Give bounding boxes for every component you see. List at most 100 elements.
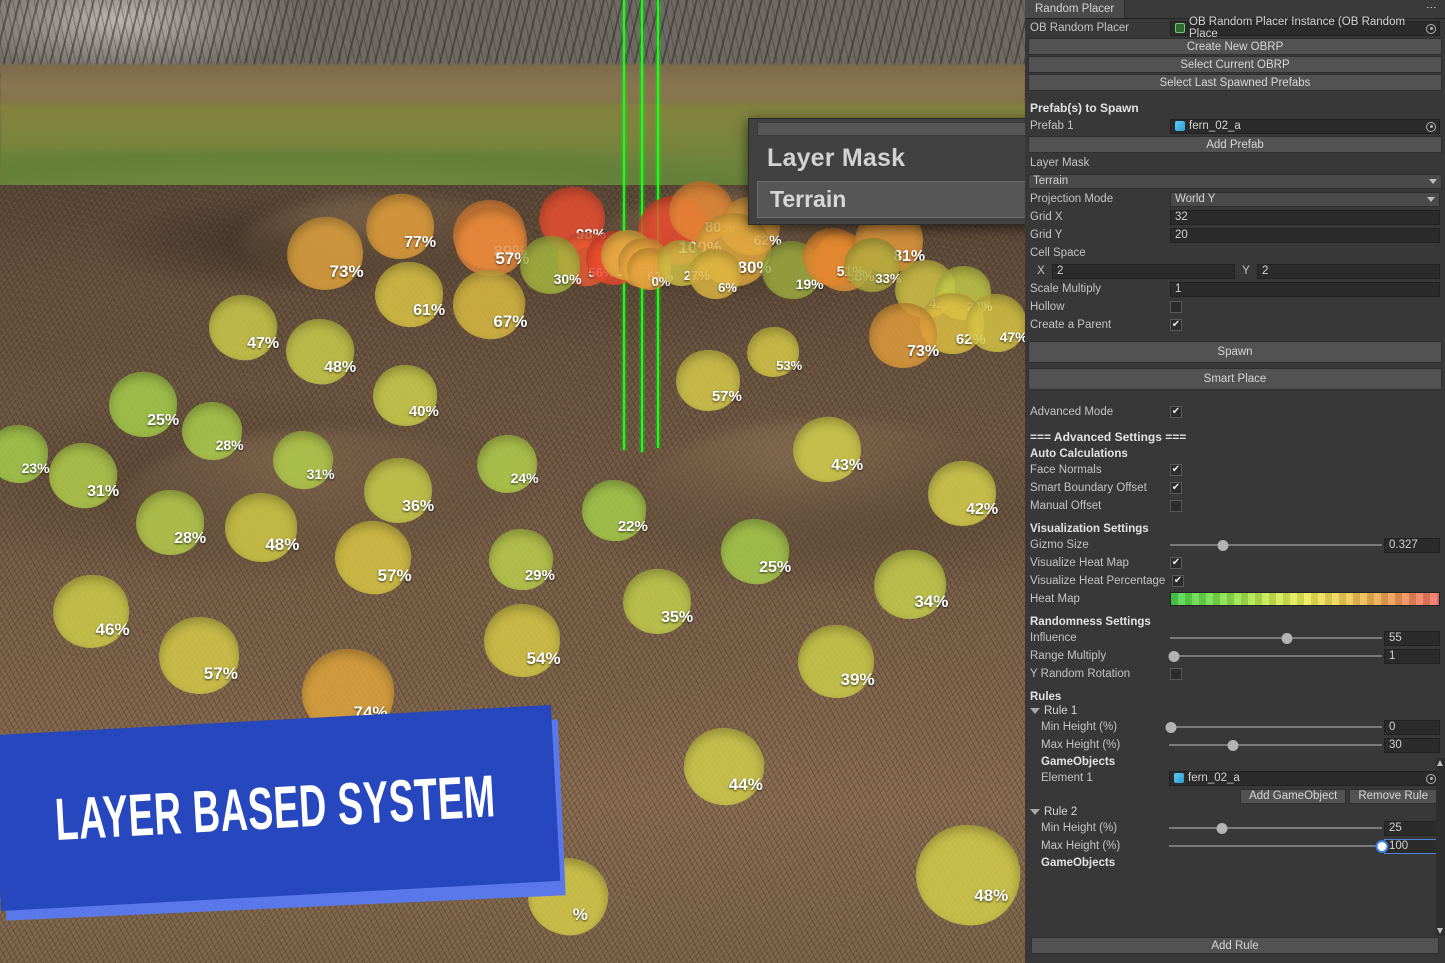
visualize-heat-map-label: Visualize Heat Map: [1030, 557, 1170, 569]
rules-scrollbar[interactable]: [1436, 758, 1445, 936]
rule-1-max-height-value: 30: [1389, 739, 1402, 751]
chevron-down-icon: [1427, 197, 1435, 202]
remove-rule-button[interactable]: Remove Rule: [1349, 789, 1437, 804]
range-multiply-row: Range Multiply 1: [1025, 647, 1445, 665]
ob-random-placer-field[interactable]: OB Random Placer Instance (OB Random Pla…: [1170, 21, 1440, 36]
rule-1-name: Rule 1: [1044, 705, 1077, 717]
smart-place-button[interactable]: Smart Place: [1028, 368, 1442, 390]
object-picker-icon[interactable]: [1426, 122, 1436, 132]
influence-slider[interactable]: [1170, 631, 1382, 645]
object-picker-icon[interactable]: [1426, 24, 1436, 34]
rule-1-element-1-field[interactable]: fern_02_a: [1169, 771, 1440, 786]
hollow-checkbox[interactable]: [1170, 301, 1182, 313]
create-a-parent-checkbox[interactable]: [1170, 319, 1182, 331]
rule-1-min-height-row: Min Height (%) 0: [1025, 718, 1445, 736]
scroll-down-arrow-icon[interactable]: [1437, 928, 1443, 934]
rule-1-min-height-slider[interactable]: [1169, 720, 1382, 734]
rule-2-max-height-input[interactable]: 100: [1384, 839, 1440, 854]
gizmo-size-slider[interactable]: [1170, 538, 1382, 552]
advanced-mode-row: Advanced Mode: [1025, 403, 1445, 421]
rule-2-max-height-slider[interactable]: [1169, 839, 1382, 853]
influence-value: 55: [1389, 632, 1402, 644]
y-random-rotation-checkbox[interactable]: [1170, 668, 1182, 680]
range-multiply-slider[interactable]: [1170, 649, 1382, 663]
cell-space-x-input[interactable]: 2: [1052, 264, 1235, 279]
select-current-obrp-button[interactable]: Select Current OBRP: [1028, 56, 1442, 73]
range-multiply-input[interactable]: 1: [1384, 649, 1440, 664]
spawn-button[interactable]: Spawn: [1028, 341, 1442, 363]
rule-2-min-height-slider[interactable]: [1169, 821, 1382, 835]
advanced-mode-checkbox[interactable]: [1170, 406, 1182, 418]
object-picker-icon[interactable]: [1426, 774, 1436, 784]
projection-mode-value: World Y: [1175, 193, 1215, 205]
heat-map-gradient[interactable]: [1170, 592, 1440, 606]
scale-multiply-row: Scale Multiply 1: [1025, 280, 1445, 298]
gizmo-size-input[interactable]: 0.327: [1384, 538, 1440, 553]
layer-mask-value: Terrain: [1033, 175, 1068, 187]
prefab-1-row: Prefab 1 fern_02_a: [1025, 117, 1445, 135]
chevron-down-icon[interactable]: [1030, 809, 1040, 815]
face-normals-checkbox[interactable]: [1170, 464, 1182, 476]
scene-layer-mask-popup[interactable]: Layer Mask Terrain: [748, 118, 1025, 225]
rule-1-min-height-input[interactable]: 0: [1384, 720, 1440, 735]
manual-offset-checkbox[interactable]: [1170, 500, 1182, 512]
projection-mode-row: Projection Mode World Y: [1025, 190, 1445, 208]
slider-track: [1169, 744, 1382, 746]
popup-top-slot: [757, 122, 1025, 136]
grid-y-row: Grid Y 20: [1025, 226, 1445, 244]
chevron-down-icon[interactable]: [1030, 708, 1040, 714]
slider-knob[interactable]: [1218, 540, 1229, 551]
cell-space-row: X 2 Y 2: [1025, 262, 1445, 280]
scroll-up-arrow-icon[interactable]: [1437, 760, 1443, 766]
rule-1-max-height-slider[interactable]: [1169, 738, 1382, 752]
popup-layer-value[interactable]: Terrain: [757, 181, 1025, 218]
rule-1-header[interactable]: Rule 1: [1025, 704, 1445, 718]
smart-boundary-offset-checkbox[interactable]: [1170, 482, 1182, 494]
slider-knob[interactable]: [1217, 823, 1228, 834]
inspector-panel[interactable]: Random Placer ⋮ OB Random Placer OB Rand…: [1025, 0, 1445, 963]
rule-1-max-height-input[interactable]: 30: [1384, 738, 1440, 753]
grid-y-input[interactable]: 20: [1170, 228, 1440, 243]
scene-viewport[interactable]: 77%73%98%89%57%100%80%62%80%56%30%100%45…: [0, 0, 1025, 963]
grid-x-label: Grid X: [1030, 211, 1170, 223]
rule-2-min-height-input[interactable]: 25: [1384, 821, 1440, 836]
slider-track: [1169, 827, 1382, 829]
banner-front-layer: LAYER BASED SYSTEM: [0, 705, 560, 911]
scale-multiply-input[interactable]: 1: [1170, 282, 1440, 297]
grid-x-input[interactable]: 32: [1170, 210, 1440, 225]
rule-2-header[interactable]: Rule 2: [1025, 805, 1445, 819]
rule-1-actions: Add GameObject Remove Rule: [1025, 787, 1445, 805]
prefab-cube-icon: [1174, 773, 1184, 783]
layer-mask-dropdown[interactable]: Terrain: [1028, 174, 1442, 189]
spacer: [1025, 334, 1445, 340]
influence-input[interactable]: 55: [1384, 631, 1440, 646]
tab-random-placer[interactable]: Random Placer: [1025, 0, 1125, 18]
slider-knob[interactable]: [1169, 651, 1180, 662]
gizmo-size-label: Gizmo Size: [1030, 539, 1170, 551]
add-gameobject-button[interactable]: Add GameObject: [1240, 789, 1346, 804]
slider-track: [1170, 544, 1382, 546]
rule-1-min-height-label: Min Height (%): [1041, 721, 1169, 733]
slider-knob[interactable]: [1281, 633, 1292, 644]
popup-title: Layer Mask: [749, 136, 1025, 181]
slider-knob[interactable]: [1376, 840, 1389, 853]
add-prefab-button[interactable]: Add Prefab: [1028, 136, 1442, 153]
cell-space-x-value: 2: [1057, 265, 1063, 277]
visualize-heat-percentage-checkbox[interactable]: [1172, 575, 1184, 587]
slider-track: [1169, 726, 1382, 728]
slider-knob[interactable]: [1227, 740, 1238, 751]
slider-knob[interactable]: [1166, 722, 1177, 733]
randomness-settings-title: Randomness Settings: [1025, 614, 1445, 629]
projection-mode-dropdown[interactable]: World Y: [1170, 192, 1440, 207]
kebab-menu-icon[interactable]: ⋮: [1425, 2, 1438, 12]
select-last-spawned-prefabs-button[interactable]: Select Last Spawned Prefabs: [1028, 74, 1442, 91]
gizmo-size-row: Gizmo Size 0.327: [1025, 536, 1445, 554]
add-rule-button[interactable]: Add Rule: [1031, 937, 1439, 954]
prefab-1-field[interactable]: fern_02_a: [1170, 119, 1440, 134]
visualize-heat-map-checkbox[interactable]: [1170, 557, 1182, 569]
influence-row: Influence 55: [1025, 629, 1445, 647]
create-new-obrp-button[interactable]: Create New OBRP: [1028, 38, 1442, 55]
scale-multiply-label: Scale Multiply: [1030, 283, 1170, 295]
range-multiply-label: Range Multiply: [1030, 650, 1170, 662]
cell-space-y-input[interactable]: 2: [1257, 264, 1440, 279]
